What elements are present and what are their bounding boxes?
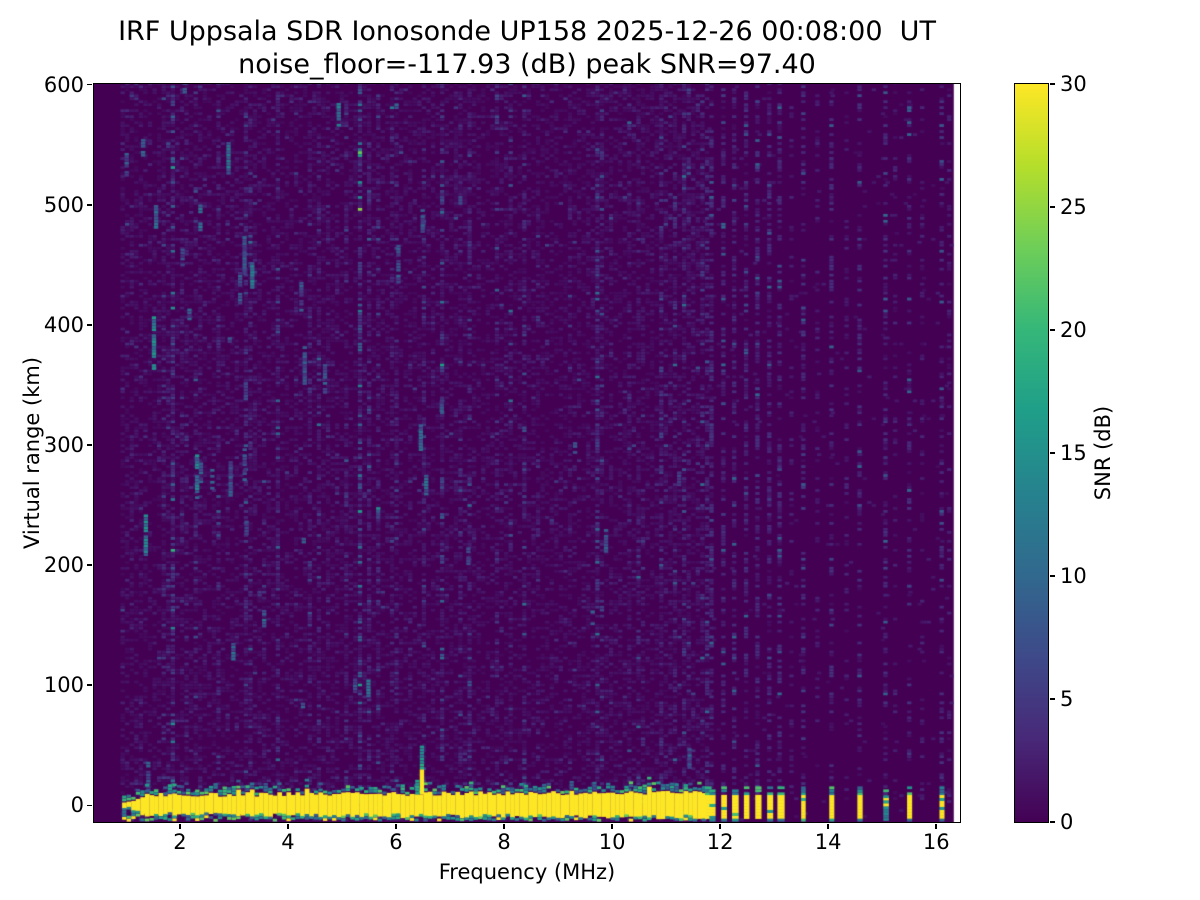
x-tick-label: 2 [173,830,187,854]
x-tick-label: 12 [706,830,734,854]
colorbar-tick-mark [1050,206,1055,208]
colorbar-tick-label: 30 [1060,72,1087,96]
colorbar-tick-mark [1050,452,1055,454]
y-tick-label: 300 [43,432,84,457]
chart-subtitle: noise_floor=-117.93 (dB) peak SNR=97.40 [238,49,816,80]
ionogram-figure: IRF Uppsala SDR Ionosonde UP158 2025-12-… [0,0,1200,900]
x-tick-mark [827,824,829,829]
y-tick-mark [87,324,92,326]
x-tick-mark [503,824,505,829]
y-tick-label: 200 [43,553,84,578]
x-tick-label: 14 [814,830,842,854]
colorbar-tick-mark [1050,821,1055,823]
colorbar [1014,83,1049,823]
plot-area [93,83,961,823]
colorbar-tick-mark [1050,698,1055,700]
x-axis-label: Frequency (MHz) [438,860,616,884]
y-tick-label: 500 [43,192,84,217]
chart-title: IRF Uppsala SDR Ionosonde UP158 2025-12-… [118,16,936,47]
ionogram-heatmap [94,84,960,822]
colorbar-tick-label: 10 [1060,564,1087,588]
x-tick-label: 10 [598,830,626,854]
colorbar-tick-label: 15 [1060,441,1087,465]
y-tick-mark [87,684,92,686]
x-tick-label: 4 [281,830,295,854]
colorbar-tick-label: 25 [1060,195,1087,219]
y-tick-mark [87,203,92,206]
y-tick-mark [87,804,92,807]
colorbar-tick-mark [1050,575,1055,577]
x-tick-mark [395,824,397,829]
y-tick-mark [87,444,92,446]
colorbar-tick-label: 20 [1060,318,1087,342]
y-tick-mark [87,83,92,86]
x-tick-label: 8 [497,830,511,854]
x-tick-label: 16 [922,830,950,854]
y-tick-mark [87,564,92,566]
x-tick-mark [179,824,181,829]
x-tick-mark [611,824,613,829]
y-tick-label: 0 [70,793,84,818]
colorbar-tick-label: 0 [1060,810,1074,834]
x-tick-mark [935,824,938,829]
y-tick-label: 400 [43,312,84,337]
colorbar-tick-label: 5 [1060,687,1074,711]
y-tick-label: 600 [43,72,84,97]
y-tick-label: 100 [43,673,84,698]
colorbar-tick-mark [1050,83,1055,85]
colorbar-label: SNR (dB) [1091,405,1115,501]
x-tick-mark [719,824,721,829]
colorbar-tick-mark [1050,329,1055,331]
x-tick-mark [287,824,289,829]
x-tick-label: 6 [389,830,403,854]
